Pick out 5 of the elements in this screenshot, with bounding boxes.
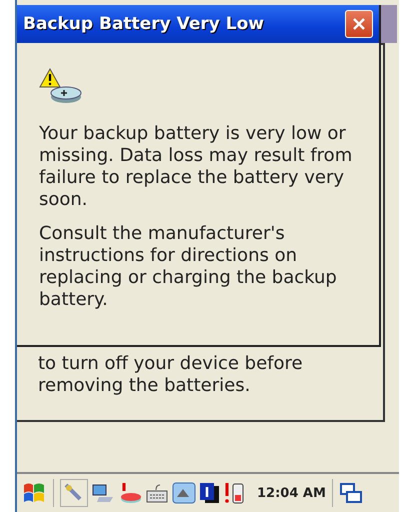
clock[interactable]: 12:04 AM (257, 486, 326, 500)
message-text: Your backup battery is very low or missing. Data loss may result from failure to replace the battery very soon. (39, 123, 354, 211)
message-text: Consult the manufacturer's instructions for directions on replacing or charging the backup battery. (39, 223, 338, 311)
dialog-title: Backup Battery Very Low (23, 14, 264, 34)
warning-text: to turn off your device before removing the batteries. (38, 353, 304, 397)
